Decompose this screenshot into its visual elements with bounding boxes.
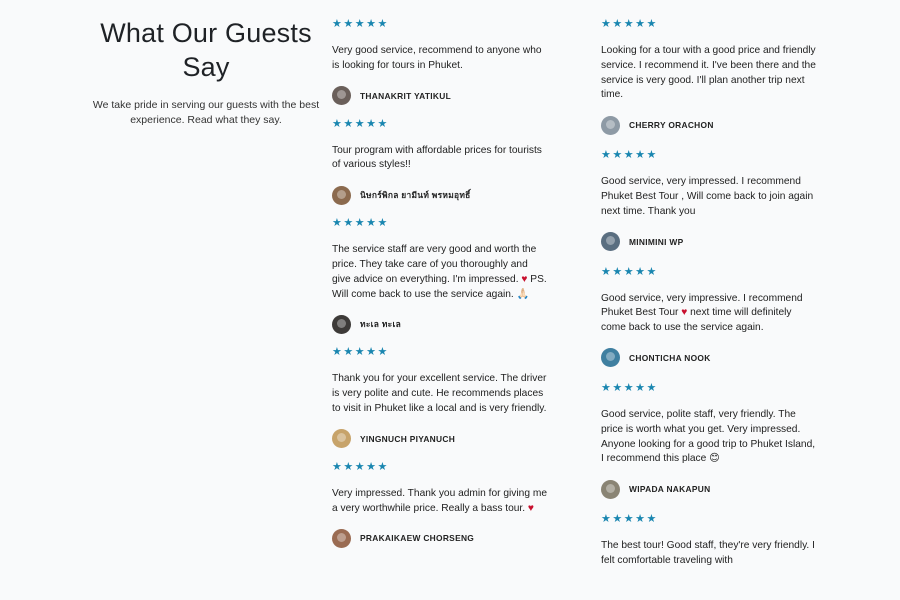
reviews-column-left: ★★★★★ Very good service, recommend to an… bbox=[332, 18, 548, 560]
star-rating: ★★★★★ bbox=[332, 18, 389, 30]
review-author: ทะเล ทะเล bbox=[332, 314, 548, 334]
star-rating: ★★★★★ bbox=[332, 346, 389, 359]
review-card: ★★★★★ Looking for a tour with a good pri… bbox=[601, 18, 817, 135]
review-author: PRAKAIKAEW CHORSENG bbox=[332, 528, 548, 548]
author-name: WIPADA NAKAPUN bbox=[629, 484, 711, 495]
review-card: ★★★★★ Very impressed. Thank you admin fo… bbox=[332, 461, 548, 549]
review-text-part: The service staff are very good and wort… bbox=[332, 244, 537, 285]
review-text: Good service, very impressive. I recomme… bbox=[601, 292, 817, 336]
review-author: CHONTICHA NOOK bbox=[601, 348, 817, 368]
section-title: What Our Guests Say bbox=[80, 16, 332, 84]
review-card: ★★★★★ The best tour! Good staff, they're… bbox=[601, 513, 817, 569]
avatar bbox=[332, 528, 351, 548]
review-card: ★★★★★ Thank you for your excellent servi… bbox=[332, 346, 548, 449]
heart-icon: ♥ bbox=[527, 502, 534, 514]
author-name: MINIMINI WP bbox=[629, 236, 684, 247]
review-text: Good service, very impressed. I recommen… bbox=[601, 176, 814, 217]
section-title-line1: What Our Guests bbox=[100, 18, 312, 48]
testimonials-page: What Our Guests Say We take pride in ser… bbox=[0, 0, 900, 600]
review-author: CHERRY ORACHON bbox=[601, 115, 817, 135]
review-text: Very good service, recommend to anyone w… bbox=[332, 45, 542, 71]
review-card: ★★★★★ The service staff are very good an… bbox=[332, 217, 548, 334]
star-rating: ★★★★★ bbox=[601, 265, 658, 278]
review-author: THANAKRIT YATIKUL bbox=[332, 86, 548, 106]
review-text-part: Very impressed. Thank you admin for givi… bbox=[332, 487, 547, 514]
review-author: MINIMINI WP bbox=[601, 232, 817, 252]
avatar bbox=[332, 185, 351, 205]
author-name: ทะเล ทะเล bbox=[360, 319, 402, 330]
testimonials-intro: What Our Guests Say We take pride in ser… bbox=[80, 16, 332, 128]
author-name: THANAKRIT YATIKUL bbox=[360, 90, 452, 101]
review-card: ★★★★★ Good service, very impressive. I r… bbox=[601, 266, 817, 368]
reviews-column-right: ★★★★★ Looking for a tour with a good pri… bbox=[601, 18, 817, 583]
avatar bbox=[332, 86, 351, 106]
star-rating: ★★★★★ bbox=[332, 460, 389, 473]
author-name: นิษกร์พิกล ยามีนท์ พรหมอุทธิ์ bbox=[360, 190, 471, 201]
avatar bbox=[601, 232, 620, 252]
section-title-line2: Say bbox=[182, 52, 230, 82]
review-card: ★★★★★ Good service, polite staff, very f… bbox=[601, 382, 817, 499]
review-text: Good service, polite staff, very friendl… bbox=[601, 408, 816, 465]
author-name: CHERRY ORACHON bbox=[629, 120, 714, 131]
star-rating: ★★★★★ bbox=[601, 513, 658, 526]
review-card: ★★★★★ Good service, very impressed. I re… bbox=[601, 149, 817, 252]
review-text: Looking for a tour with a good price and… bbox=[601, 45, 816, 101]
review-text: Very impressed. Thank you admin for givi… bbox=[332, 487, 548, 517]
avatar bbox=[601, 479, 620, 499]
avatar bbox=[601, 115, 620, 135]
author-name: CHONTICHA NOOK bbox=[629, 352, 711, 363]
star-rating: ★★★★★ bbox=[601, 149, 658, 162]
review-card: ★★★★★ Tour program with affordable price… bbox=[332, 118, 548, 206]
star-rating: ★★★★★ bbox=[332, 117, 389, 130]
avatar bbox=[332, 429, 351, 449]
review-text: The best tour! Good staff, they're very … bbox=[601, 540, 815, 566]
star-rating: ★★★★★ bbox=[601, 381, 658, 394]
review-author: WIPADA NAKAPUN bbox=[601, 479, 817, 499]
review-text: Thank you for your excellent service. Th… bbox=[332, 373, 547, 414]
review-text: The service staff are very good and wort… bbox=[332, 243, 548, 302]
review-author: YINGNUCH PIYANUCH bbox=[332, 429, 548, 449]
avatar bbox=[601, 348, 620, 368]
review-author: นิษกร์พิกล ยามีนท์ พรหมอุทธิ์ bbox=[332, 185, 548, 205]
author-name: PRAKAIKAEW CHORSENG bbox=[360, 533, 475, 544]
star-rating: ★★★★★ bbox=[601, 18, 658, 30]
star-rating: ★★★★★ bbox=[332, 217, 389, 230]
author-name: YINGNUCH PIYANUCH bbox=[360, 433, 456, 444]
review-text: Tour program with affordable prices for … bbox=[332, 144, 542, 171]
section-subtitle: We take pride in serving our guests with… bbox=[92, 99, 320, 126]
avatar bbox=[332, 314, 351, 334]
review-card: ★★★★★ Very good service, recommend to an… bbox=[332, 18, 548, 106]
